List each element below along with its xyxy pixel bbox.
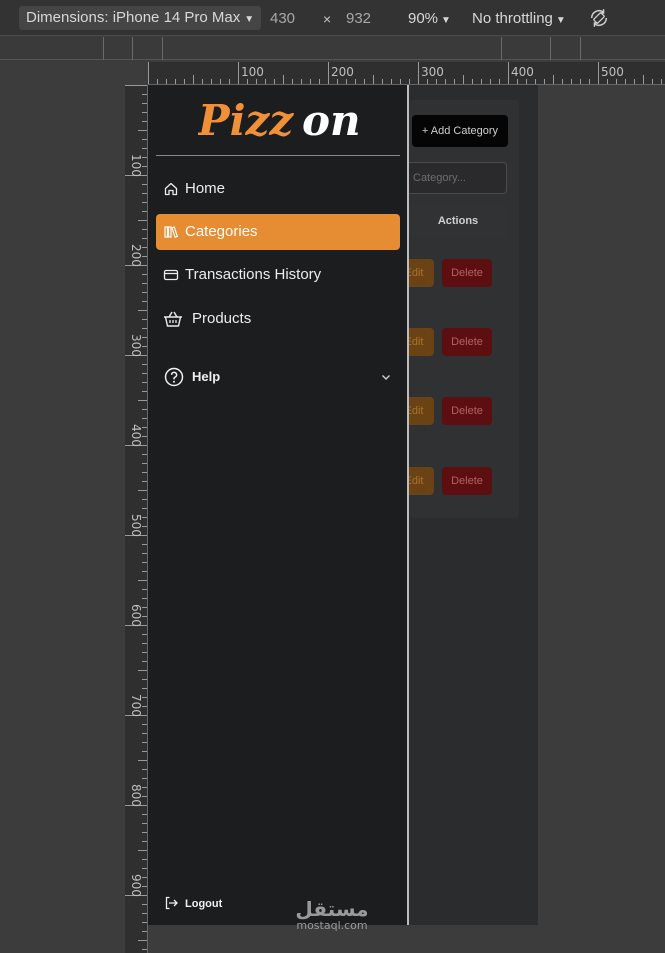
- logout-label: Logout: [185, 898, 223, 910]
- zoom-dropdown[interactable]: 90% ▼: [408, 10, 451, 27]
- card-icon: [163, 269, 179, 281]
- ruler-label: 300: [129, 334, 143, 357]
- home-icon: [164, 182, 178, 196]
- sidebar-item-home[interactable]: Home: [156, 171, 400, 207]
- sidebar-item-products[interactable]: Products: [156, 301, 400, 337]
- device-label: Dimensions: iPhone 14 Pro Max: [26, 9, 241, 26]
- help-icon: [164, 367, 184, 387]
- width-field[interactable]: 430: [270, 10, 295, 27]
- ruler-ticks: [148, 62, 662, 84]
- add-category-button[interactable]: + Add Category: [412, 115, 508, 147]
- ruler-label: 400: [129, 424, 143, 447]
- edit-button[interactable]: Edit: [408, 259, 434, 287]
- zoom-value: 90%: [408, 10, 439, 27]
- edit-button[interactable]: Edit: [408, 328, 434, 356]
- watermark-latin: mostaql.com: [296, 919, 368, 932]
- media-query-marker: [550, 37, 551, 60]
- rotate-icon[interactable]: [588, 7, 610, 29]
- edit-button[interactable]: Edit: [408, 467, 434, 495]
- chevron-down-icon: [382, 375, 390, 380]
- sidebar-edge: [407, 85, 409, 925]
- ruler-label: 600: [129, 604, 143, 627]
- media-query-marker: [580, 37, 581, 60]
- media-query-marker: [132, 37, 133, 60]
- delete-button[interactable]: Delete: [442, 467, 492, 495]
- edit-label: Edit: [408, 475, 424, 487]
- help-dropdown[interactable]: Help: [156, 363, 400, 393]
- sidebar-item-label: Products: [192, 310, 252, 327]
- sidebar-item-label: Categories: [185, 223, 258, 240]
- basket-icon: [164, 311, 182, 327]
- sidebar-divider: [156, 155, 400, 156]
- media-query-bar[interactable]: [0, 37, 665, 60]
- devtools-toolbar: Dimensions: iPhone 14 Pro Max ▼ 430 × 932…: [0, 0, 665, 36]
- horizontal-ruler: 100 200 300 400 500: [148, 62, 665, 85]
- device-dropdown[interactable]: Dimensions: iPhone 14 Pro Max ▼: [19, 6, 262, 30]
- sidebar-item-transactions-history[interactable]: Transactions History: [156, 257, 400, 293]
- ruler-label: 300: [421, 65, 444, 79]
- media-query-marker: [501, 37, 502, 60]
- delete-button[interactable]: Delete: [442, 397, 492, 425]
- ruler-label: 800: [129, 784, 143, 807]
- dropdown-caret-icon: ▼: [244, 14, 255, 25]
- sidebar-item-label: Home: [185, 180, 226, 197]
- logout-icon: [165, 896, 178, 910]
- throttling-dropdown[interactable]: No throttling ▼: [472, 10, 566, 27]
- delete-button[interactable]: Delete: [442, 259, 492, 287]
- media-query-marker: [162, 37, 163, 60]
- help-label: Help: [192, 369, 221, 384]
- category-search-input[interactable]: Category...: [400, 162, 507, 194]
- watermark-arabic: مستقل: [295, 897, 369, 921]
- ruler-label: 700: [129, 694, 143, 717]
- media-query-marker: [103, 37, 104, 60]
- books-icon: [164, 226, 179, 238]
- ruler-label: 200: [331, 65, 354, 79]
- ruler-label: 500: [129, 514, 143, 537]
- ruler-label: 100: [129, 154, 143, 177]
- sidebar: Pizz on Home Categories Transactions His…: [148, 85, 407, 925]
- sidebar-item-categories[interactable]: Categories: [156, 214, 400, 250]
- edit-label: Edit: [408, 336, 424, 348]
- delete-button[interactable]: Delete: [442, 328, 492, 356]
- mostaql-watermark: مستقل mostaql.com: [290, 898, 374, 934]
- edit-label: Edit: [408, 267, 424, 279]
- dropdown-caret-icon: ▼: [441, 15, 451, 26]
- sidebar-item-label: Transactions History: [185, 266, 322, 283]
- logo-text-on: on: [302, 96, 361, 145]
- vertical-ruler: 100 200 300 400 500 600 700 800 900: [125, 85, 148, 953]
- dropdown-caret-icon: ▼: [555, 15, 566, 26]
- logo-text-pizz: Pizz: [198, 96, 294, 145]
- edit-label: Edit: [408, 405, 424, 417]
- ruler-label: 900: [129, 874, 143, 897]
- ruler-label: 500: [601, 65, 624, 79]
- logout-button[interactable]: Logout: [156, 893, 276, 915]
- pizzon-logo[interactable]: Pizz on: [198, 95, 368, 150]
- actions-header: Actions: [408, 205, 508, 237]
- height-field[interactable]: 932: [346, 10, 371, 27]
- times-symbol: ×: [323, 11, 332, 27]
- edit-button[interactable]: Edit: [408, 397, 434, 425]
- ruler-label: 400: [511, 65, 534, 79]
- ruler-label: 200: [129, 244, 143, 267]
- ruler-label: 100: [241, 65, 264, 79]
- throttling-value: No throttling: [472, 10, 553, 27]
